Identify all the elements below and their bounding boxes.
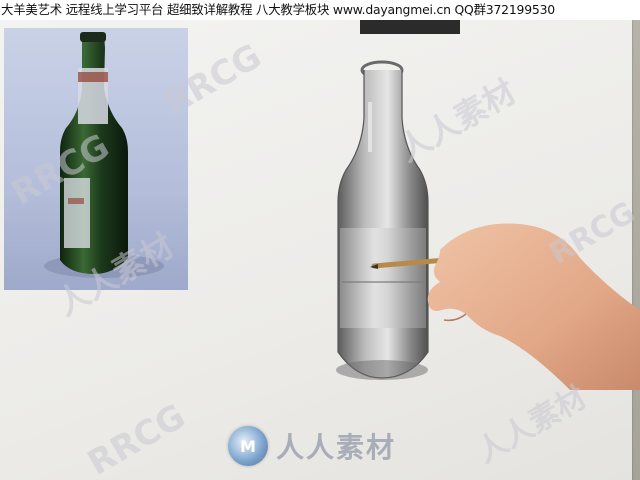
- hand-with-pencil: [370, 210, 640, 390]
- rrcg-logo-icon: M: [228, 426, 268, 466]
- video-frame: RRCG RRCG RRCG RRCG 人人素材 人人素材 人人素材 M 人人素…: [0, 0, 640, 480]
- caption-banner: 大羊美艺术 远程线上学习平台 超细致详解教程 八大教学板块 www.dayang…: [0, 0, 640, 20]
- watermark-center-text: 人人素材: [276, 431, 397, 464]
- hand-image: [370, 223, 640, 390]
- watermark-center: M 人人素材: [228, 424, 396, 468]
- reference-bottle-image: [4, 32, 188, 290]
- board-clip: [360, 20, 460, 34]
- reference-photo: [4, 28, 188, 290]
